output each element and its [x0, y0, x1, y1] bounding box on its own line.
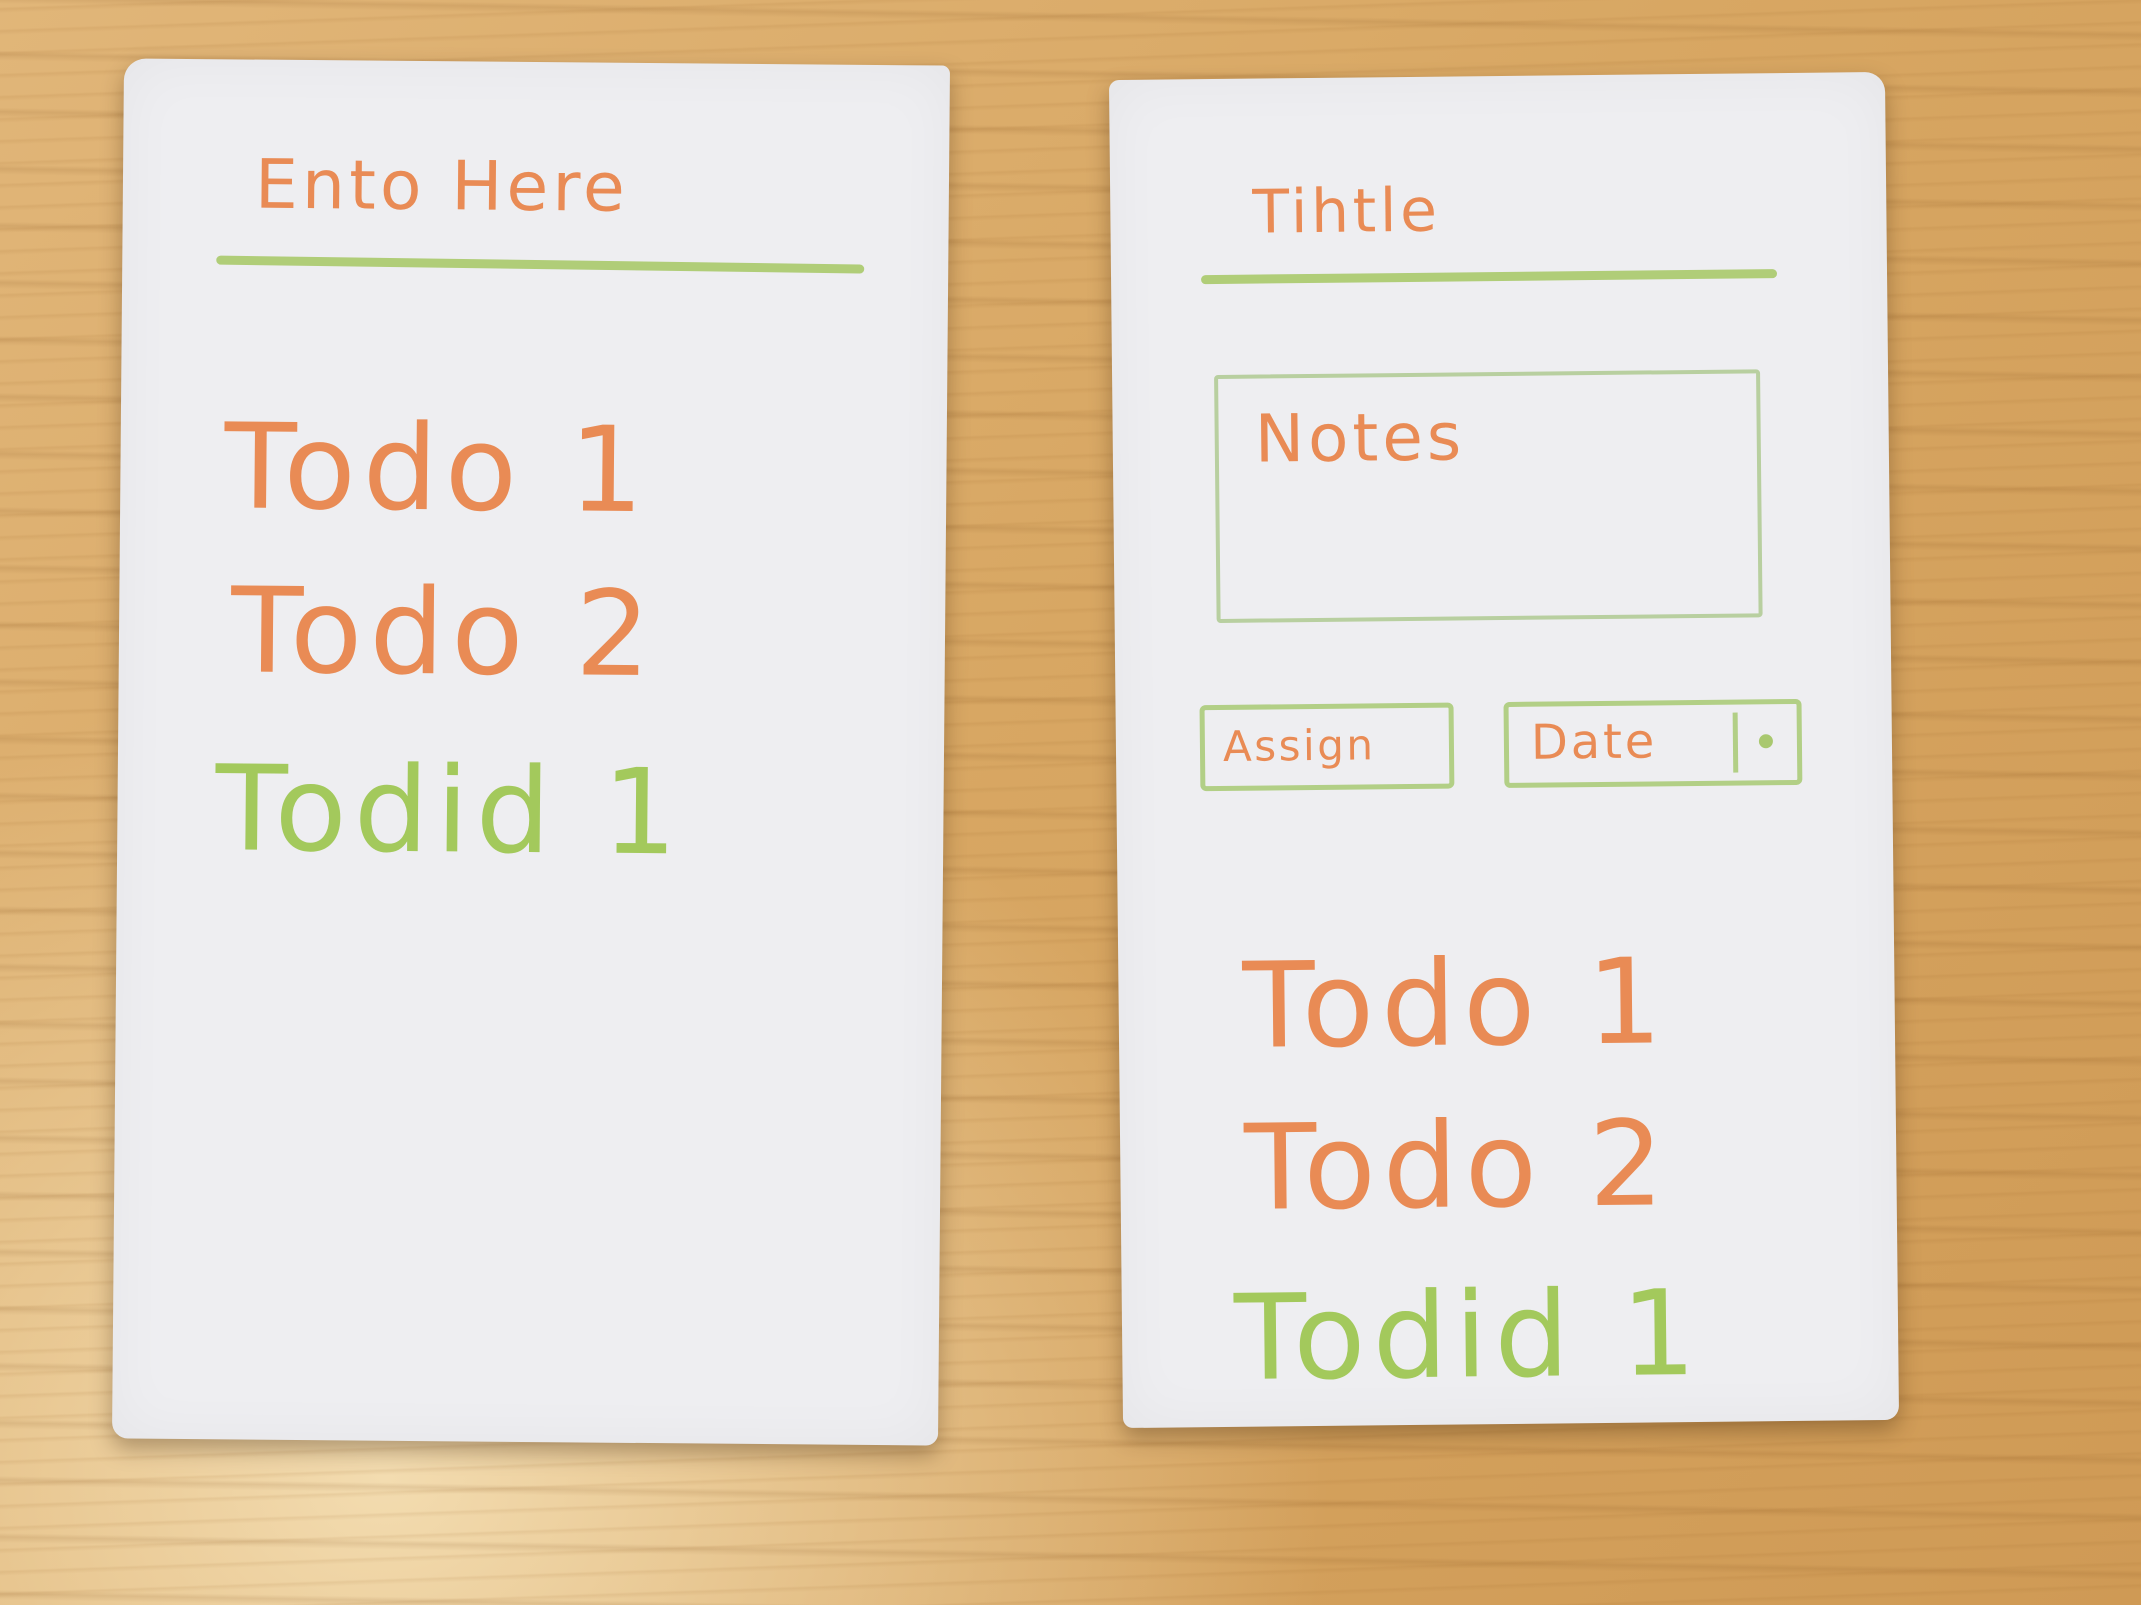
- todo-list-screen: Ento Here Todo 1 Todo 2 Todid 1: [111, 58, 951, 1446]
- todo-detail-screen: Tihtle Notes Assign Date Todo 1 Todo 2 T…: [1108, 71, 1900, 1429]
- assign-button-label: Assign: [1222, 720, 1376, 771]
- title-field[interactable]: Tihtle: [1252, 176, 1441, 248]
- entry-input-underline: [216, 255, 865, 274]
- entry-input-label[interactable]: Ento Here: [255, 146, 630, 228]
- date-picker-label: Date: [1530, 713, 1658, 771]
- date-picker-field[interactable]: Date: [1503, 698, 1803, 788]
- assign-button[interactable]: Assign: [1199, 702, 1455, 792]
- done-item[interactable]: Todid 1: [1233, 1264, 1703, 1407]
- date-picker-divider: [1732, 712, 1739, 773]
- todo-item[interactable]: Todo 1: [224, 397, 652, 539]
- notes-textarea[interactable]: Notes: [1214, 369, 1763, 624]
- todo-item[interactable]: Todo 2: [230, 561, 658, 703]
- calendar-icon[interactable]: [1758, 734, 1773, 749]
- todo-item[interactable]: Todo 2: [1244, 1094, 1672, 1236]
- done-item[interactable]: Todid 1: [215, 739, 685, 881]
- notes-placeholder: Notes: [1254, 398, 1466, 478]
- title-underline: [1201, 269, 1778, 285]
- todo-item[interactable]: Todo 1: [1242, 932, 1670, 1074]
